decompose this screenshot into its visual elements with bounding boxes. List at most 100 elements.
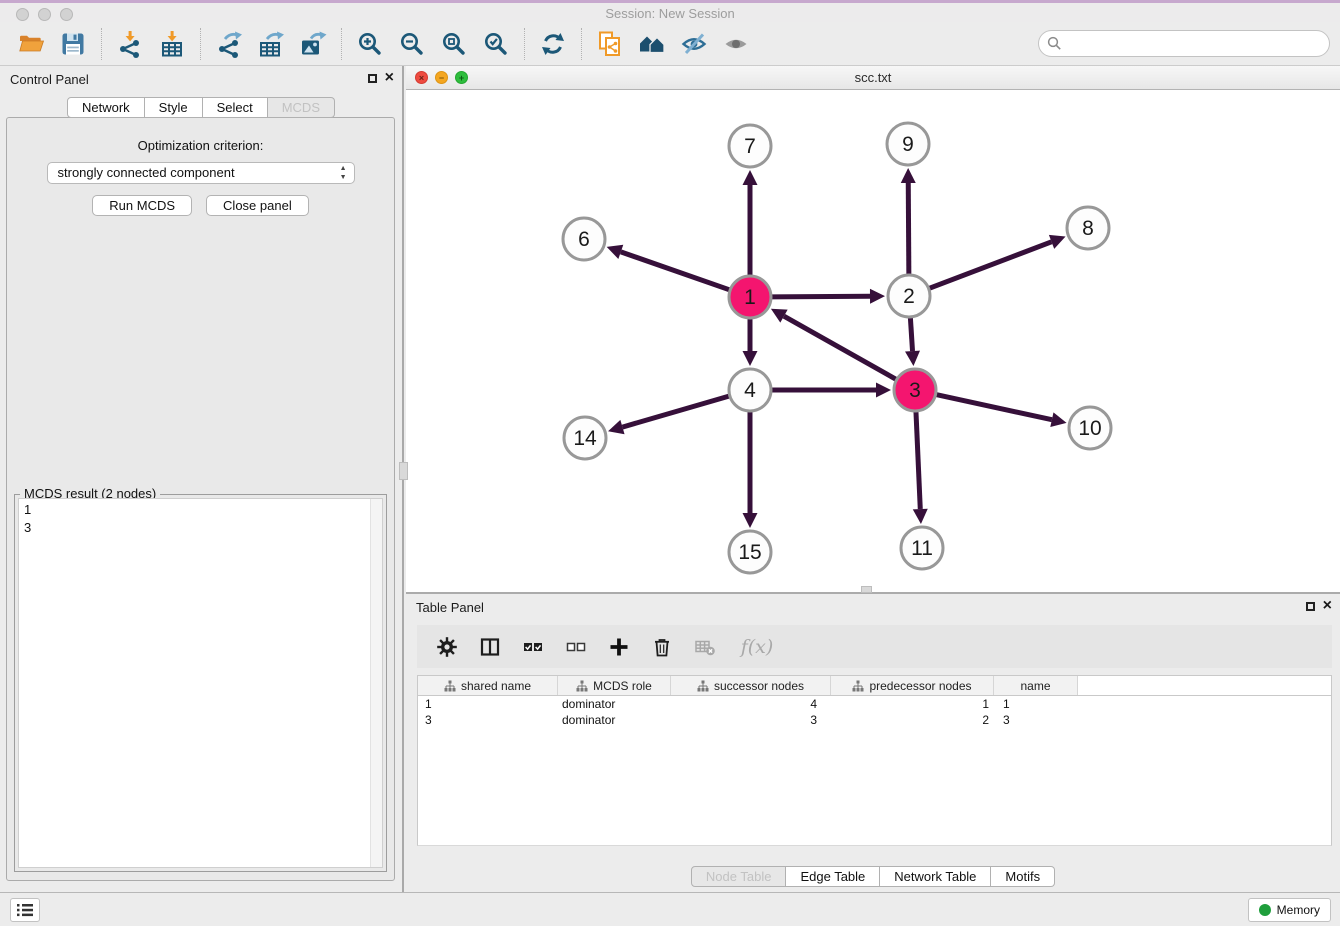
graph-edge-1-6[interactable] <box>607 245 731 290</box>
graph-edge-2-8[interactable] <box>929 235 1066 289</box>
graph-edge-4-15[interactable] <box>743 411 758 528</box>
cell-mcds-role[interactable]: dominator <box>558 697 671 711</box>
vertical-splitter-grip[interactable] <box>399 462 408 480</box>
unselect-all-columns-button[interactable] <box>563 634 589 660</box>
tab-motifs[interactable]: Motifs <box>991 866 1055 887</box>
graph-edge-1-2[interactable] <box>771 289 885 304</box>
close-table-panel-icon[interactable]: × <box>1323 599 1332 613</box>
memory-label: Memory <box>1277 903 1320 917</box>
tab-network-table[interactable]: Network Table <box>880 866 991 887</box>
svg-text:14: 14 <box>573 427 597 450</box>
zoom-selected-button[interactable] <box>479 27 513 61</box>
clone-network-button[interactable] <box>593 27 627 61</box>
cell-mcds-role[interactable]: dominator <box>558 713 671 727</box>
graph-edge-1-7[interactable] <box>743 170 758 276</box>
tab-mcds[interactable]: MCDS <box>268 97 335 118</box>
graph-node-3[interactable]: 3 <box>894 369 936 411</box>
mcds-result-item[interactable]: 1 <box>19 501 382 519</box>
cell-name[interactable]: 1 <box>994 697 1078 711</box>
table-row[interactable]: 1 dominator 4 1 1 <box>418 696 1331 712</box>
create-column-button[interactable] <box>606 634 632 660</box>
svg-text:9: 9 <box>902 133 914 156</box>
graph-node-14[interactable]: 14 <box>564 417 606 459</box>
graph-node-10[interactable]: 10 <box>1069 407 1111 449</box>
cell-successor-nodes[interactable]: 3 <box>671 713 831 727</box>
import-network-button[interactable] <box>113 27 147 61</box>
show-columns-button[interactable] <box>477 634 503 660</box>
first-neighbors-button[interactable] <box>635 27 669 61</box>
graph-node-4[interactable]: 4 <box>729 369 771 411</box>
graph-node-7[interactable]: 7 <box>729 125 771 167</box>
horizontal-splitter-grip[interactable] <box>861 586 872 593</box>
graph-edge-4-14[interactable] <box>608 396 730 434</box>
memory-button[interactable]: Memory <box>1248 898 1331 922</box>
tab-edge-table[interactable]: Edge Table <box>786 866 880 887</box>
function-builder-button[interactable]: f(x) <box>735 634 779 660</box>
delete-columns-button[interactable] <box>649 634 675 660</box>
column-header-shared-name[interactable]: shared name <box>418 676 558 695</box>
mcds-result-fieldset: MCDS result (2 nodes) 1 3 <box>14 494 387 872</box>
import-table-button[interactable] <box>155 27 189 61</box>
graph-edge-2-9[interactable] <box>901 168 916 275</box>
cell-shared-name[interactable]: 3 <box>418 713 558 727</box>
graph-node-11[interactable]: 11 <box>901 527 943 569</box>
import-table-icon <box>158 30 186 58</box>
tab-node-table[interactable]: Node Table <box>691 866 787 887</box>
tab-select[interactable]: Select <box>203 97 268 118</box>
cell-shared-name[interactable]: 1 <box>418 697 558 711</box>
export-table-button[interactable] <box>254 27 288 61</box>
open-session-button[interactable] <box>14 27 48 61</box>
cell-predecessor-nodes[interactable]: 2 <box>831 713 994 727</box>
close-panel-icon[interactable]: × <box>385 71 394 85</box>
export-image-button[interactable] <box>296 27 330 61</box>
show-all-button[interactable] <box>719 27 753 61</box>
graph-edge-3-10[interactable] <box>936 394 1067 427</box>
search-icon <box>1047 36 1062 51</box>
result-scrollbar[interactable] <box>370 499 382 867</box>
table-row[interactable]: 3 dominator 3 2 3 <box>418 712 1331 728</box>
criterion-select[interactable]: strongly connected component ▲▼ <box>47 162 355 184</box>
column-header-name[interactable]: name <box>994 676 1078 695</box>
cell-predecessor-nodes[interactable]: 1 <box>831 697 994 711</box>
graph-edge-3-11[interactable] <box>913 411 928 524</box>
network-canvas[interactable]: 7 9 6 8 1 2 4 3 14 10 15 11 <box>406 90 1340 592</box>
graph-edge-4-3[interactable] <box>771 383 891 398</box>
cell-name[interactable]: 3 <box>994 713 1078 727</box>
hide-selected-button[interactable] <box>677 27 711 61</box>
select-all-columns-button[interactable] <box>520 634 546 660</box>
graph-node-1[interactable]: 1 <box>729 276 771 318</box>
tab-network[interactable]: Network <box>67 97 145 118</box>
save-session-button[interactable] <box>56 27 90 61</box>
zoom-out-button[interactable] <box>395 27 429 61</box>
zoom-fit-button[interactable] <box>437 27 471 61</box>
float-table-panel-icon[interactable] <box>1306 602 1315 611</box>
graph-node-2[interactable]: 2 <box>888 275 930 317</box>
graph-node-8[interactable]: 8 <box>1067 207 1109 249</box>
table-mode-gear-button[interactable] <box>434 634 460 660</box>
graph-edge-1-4[interactable] <box>743 318 758 366</box>
graph-node-6[interactable]: 6 <box>563 218 605 260</box>
graph-edge-2-3[interactable] <box>905 317 920 366</box>
toolbar-separator <box>581 28 582 60</box>
tab-style[interactable]: Style <box>145 97 203 118</box>
search-input[interactable] <box>1066 34 1329 54</box>
task-history-button[interactable] <box>10 898 40 922</box>
run-mcds-button[interactable]: Run MCDS <box>92 195 192 216</box>
cell-successor-nodes[interactable]: 4 <box>671 697 831 711</box>
delete-table-button[interactable] <box>692 634 718 660</box>
graph-node-15[interactable]: 15 <box>729 531 771 573</box>
column-header-predecessor-nodes[interactable]: predecessor nodes <box>831 676 994 695</box>
column-header-mcds-role[interactable]: MCDS role <box>558 676 671 695</box>
column-header-successor-nodes[interactable]: successor nodes <box>671 676 831 695</box>
mcds-result-list[interactable]: 1 3 <box>18 498 383 868</box>
close-panel-button[interactable]: Close panel <box>206 195 309 216</box>
refresh-style-button[interactable] <box>536 27 570 61</box>
graph-node-9[interactable]: 9 <box>887 123 929 165</box>
export-network-button[interactable] <box>212 27 246 61</box>
refresh-icon <box>539 30 567 58</box>
float-panel-icon[interactable] <box>368 74 377 83</box>
graph-edge-3-1[interactable] <box>771 309 897 380</box>
zoom-in-button[interactable] <box>353 27 387 61</box>
import-network-icon <box>116 30 144 58</box>
mcds-result-item[interactable]: 3 <box>19 519 382 537</box>
